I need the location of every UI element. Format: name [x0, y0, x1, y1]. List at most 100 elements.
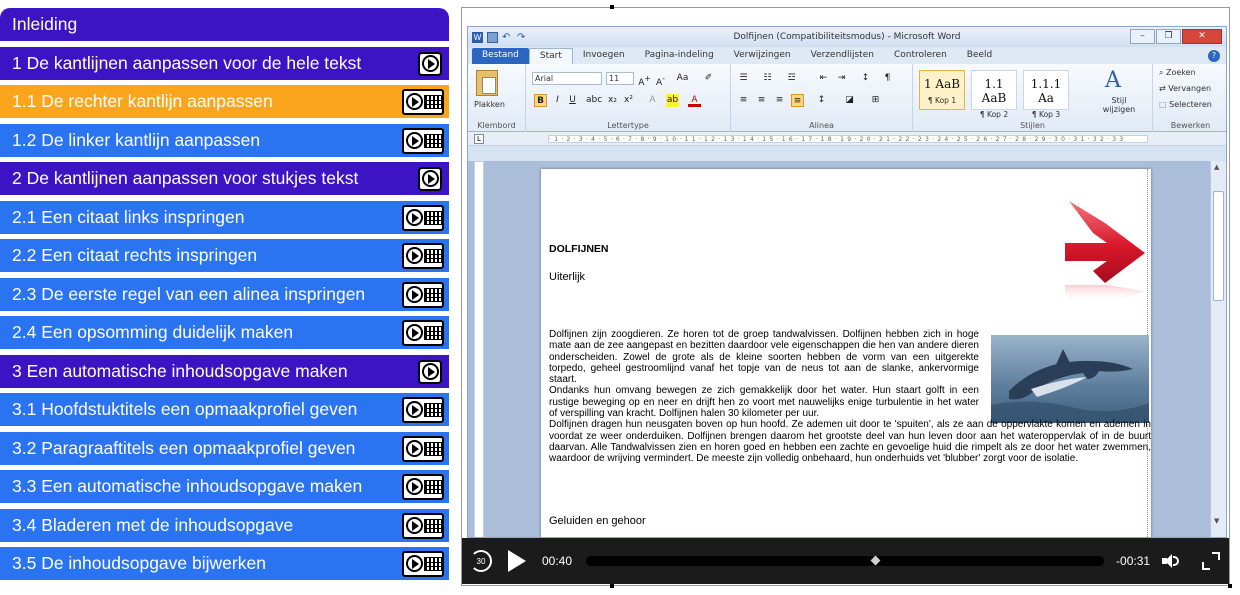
nav-lesson-item[interactable]: 2.4 Een opsomming duidelijk maken — [0, 316, 449, 349]
play-button[interactable] — [508, 550, 526, 572]
nav-intro-item[interactable]: Inleiding — [0, 8, 449, 41]
play-and-practice-icon[interactable] — [402, 281, 444, 308]
ribbon-tab[interactable]: Beeld — [957, 48, 1002, 64]
document-area[interactable]: DOLFIJNEN Uiterlijk Dolfijnen zijn zoogd… — [468, 161, 1212, 537]
video-player[interactable]: W ↶ ↷ Dolfijnen (Compatibiliteitsmodus) … — [461, 5, 1232, 588]
nav-lesson-item[interactable]: 1.1 De rechter kantlijn aanpassen — [0, 85, 449, 118]
align-center-icon[interactable]: ≡ — [755, 94, 768, 107]
paste-icon[interactable] — [476, 70, 498, 96]
select-button[interactable]: ⬚ Selecteren — [1159, 100, 1212, 109]
superscript-icon[interactable]: x² — [622, 94, 635, 107]
maximize-button[interactable]: ❐ — [1156, 29, 1181, 44]
ribbon-tab[interactable]: Verzendlijsten — [801, 48, 884, 64]
sort-icon[interactable]: ↕ — [859, 72, 872, 85]
nav-chapter-item[interactable]: 1 De kantlijnen aanpassen voor de hele t… — [0, 47, 449, 80]
nav-item-label: 3.2 Paragraaftitels een opmaakprofiel ge… — [12, 438, 356, 458]
find-button[interactable]: ⌕ Zoeken — [1159, 68, 1196, 78]
subscript-icon[interactable]: x₂ — [606, 94, 619, 107]
font-size-box[interactable]: 11 — [606, 72, 634, 85]
strikethrough-icon[interactable]: abc — [586, 94, 602, 107]
play-and-practice-icon[interactable] — [402, 127, 444, 154]
find-label: Zoeken — [1166, 68, 1196, 77]
nav-chapter-item[interactable]: 3 Een automatische inhoudsopgave maken — [0, 355, 449, 388]
screen: Inleiding 1 De kantlijnen aanpassen voor … — [0, 0, 1240, 595]
nav-lesson-item[interactable]: 3.1 Hoofdstuktitels een opmaakprofiel ge… — [0, 393, 449, 426]
play-and-practice-icon[interactable] — [402, 550, 444, 577]
grow-font-icon[interactable]: A+ — [638, 72, 651, 88]
show-marks-icon[interactable]: ¶ — [881, 72, 894, 85]
highlight-icon[interactable]: ab — [666, 94, 679, 107]
play-and-practice-icon[interactable] — [402, 435, 444, 462]
shading-icon[interactable]: ◪ — [843, 94, 856, 107]
fullscreen-icon[interactable] — [1202, 552, 1221, 570]
multilevel-list-icon[interactable]: ☲ — [785, 72, 798, 85]
bold-icon[interactable]: B — [534, 94, 547, 107]
borders-icon[interactable]: ⊞ — [869, 94, 882, 107]
numbering-icon[interactable]: ☷ — [761, 72, 774, 85]
align-left-icon[interactable]: ≡ — [737, 94, 750, 107]
vertical-scrollbar[interactable]: ▲ ▼ — [1210, 161, 1226, 537]
nav-item-label: 2.2 Een citaat rechts inspringen — [12, 245, 258, 265]
shrink-font-icon[interactable]: A- — [654, 72, 667, 88]
nav-lesson-item[interactable]: 3.4 Bladeren met de inhoudsopgave — [0, 509, 449, 542]
ribbon-tab[interactable]: Invoegen — [573, 48, 635, 64]
play-and-practice-icon[interactable] — [402, 319, 444, 346]
clear-format-icon[interactable]: ✐ — [702, 72, 715, 85]
ribbon-tab[interactable]: Bestand — [472, 48, 529, 64]
help-icon[interactable]: ? — [1208, 50, 1220, 62]
nav-lesson-item[interactable]: 3.3 Een automatische inhoudsopgave maken — [0, 470, 449, 503]
underline-icon[interactable]: U — [566, 94, 579, 107]
change-case-icon[interactable]: Aa — [676, 72, 689, 85]
style-preset[interactable]: 1.1 AaB ¶ Kop 2 — [971, 70, 1017, 119]
replace-button[interactable]: ⇄ Vervangen — [1159, 84, 1211, 93]
italic-icon[interactable]: I — [551, 94, 564, 107]
scroll-thumb[interactable] — [1213, 191, 1224, 301]
change-styles-icon[interactable]: A — [1105, 68, 1121, 93]
play-and-practice-icon[interactable] — [402, 204, 444, 231]
play-and-practice-icon[interactable] — [402, 512, 444, 539]
play-video-icon[interactable] — [418, 166, 442, 191]
nav-lesson-item[interactable]: 1.2 De linker kantlijn aanpassen — [0, 124, 449, 157]
play-video-icon[interactable] — [418, 359, 442, 384]
play-video-icon[interactable] — [418, 51, 442, 76]
increase-indent-icon[interactable]: ⇥ — [835, 72, 848, 85]
volume-icon[interactable] — [1162, 553, 1180, 569]
font-name-box[interactable]: Arial — [532, 72, 602, 85]
style-preset[interactable]: 1.1.1 Aa ¶ Kop 3 — [1023, 70, 1069, 119]
nav-lesson-item[interactable]: 2.2 Een citaat rechts inspringen — [0, 239, 449, 272]
tab-stop-icon[interactable]: L — [474, 134, 484, 144]
play-and-practice-icon[interactable] — [402, 242, 444, 269]
play-and-practice-icon[interactable] — [402, 396, 444, 423]
play-and-practice-icon[interactable] — [402, 88, 444, 115]
minimize-button[interactable]: – — [1130, 29, 1155, 44]
style-preset[interactable]: 1 AaB ¶ Kop 1 — [919, 70, 965, 110]
text-effects-icon[interactable]: A — [646, 94, 659, 107]
nav-lesson-item[interactable]: 3.2 Paragraaftitels een opmaakprofiel ge… — [0, 432, 449, 465]
align-right-icon[interactable]: ≡ — [773, 94, 786, 107]
close-button[interactable]: ✕ — [1182, 29, 1222, 44]
change-styles-label[interactable]: Stijl wijzigen — [1099, 96, 1139, 114]
seek-bar[interactable] — [586, 555, 1105, 566]
nav-lesson-item[interactable]: 2.1 Een citaat links inspringen — [0, 201, 449, 234]
play-and-practice-icon[interactable] — [402, 473, 444, 500]
seek-handle[interactable] — [870, 555, 881, 566]
font-color-icon[interactable]: A — [688, 94, 701, 107]
nav-lesson-item[interactable]: 3.5 De inhoudsopgave bijwerken — [0, 547, 449, 580]
line-spacing-icon[interactable]: ↕ — [815, 94, 828, 107]
rewind-30-button[interactable]: 30 — [470, 550, 492, 572]
nav-chapter-item[interactable]: 2 De kantlijnen aanpassen voor stukjes t… — [0, 162, 449, 195]
bullets-icon[interactable]: ☰ — [737, 72, 750, 85]
justify-icon[interactable]: ≡ — [791, 94, 804, 107]
scroll-down-icon[interactable]: ▼ — [1214, 517, 1219, 525]
document-page[interactable]: DOLFIJNEN Uiterlijk Dolfijnen zijn zoogd… — [541, 169, 1151, 537]
ribbon-tab[interactable]: Pagina-indeling — [635, 48, 724, 64]
scroll-up-icon[interactable]: ▲ — [1214, 163, 1219, 171]
ribbon-tab[interactable]: Controleren — [884, 48, 957, 64]
nav-lesson-item[interactable]: 2.3 De eerste regel van een alinea inspr… — [0, 278, 449, 311]
paste-label[interactable]: Plakken — [474, 100, 505, 109]
decrease-indent-icon[interactable]: ⇤ — [817, 72, 830, 85]
paragraph: Ondanks hun omvang bewegen ze zich gemak… — [549, 385, 979, 420]
ribbon-tab[interactable]: Start — [528, 48, 573, 64]
horizontal-ruler[interactable]: L ·1·2·3·4·5·6·7·8·9·10·11·12·13·14·15·1… — [468, 132, 1226, 146]
ribbon-tab[interactable]: Verwijzingen — [724, 48, 801, 64]
